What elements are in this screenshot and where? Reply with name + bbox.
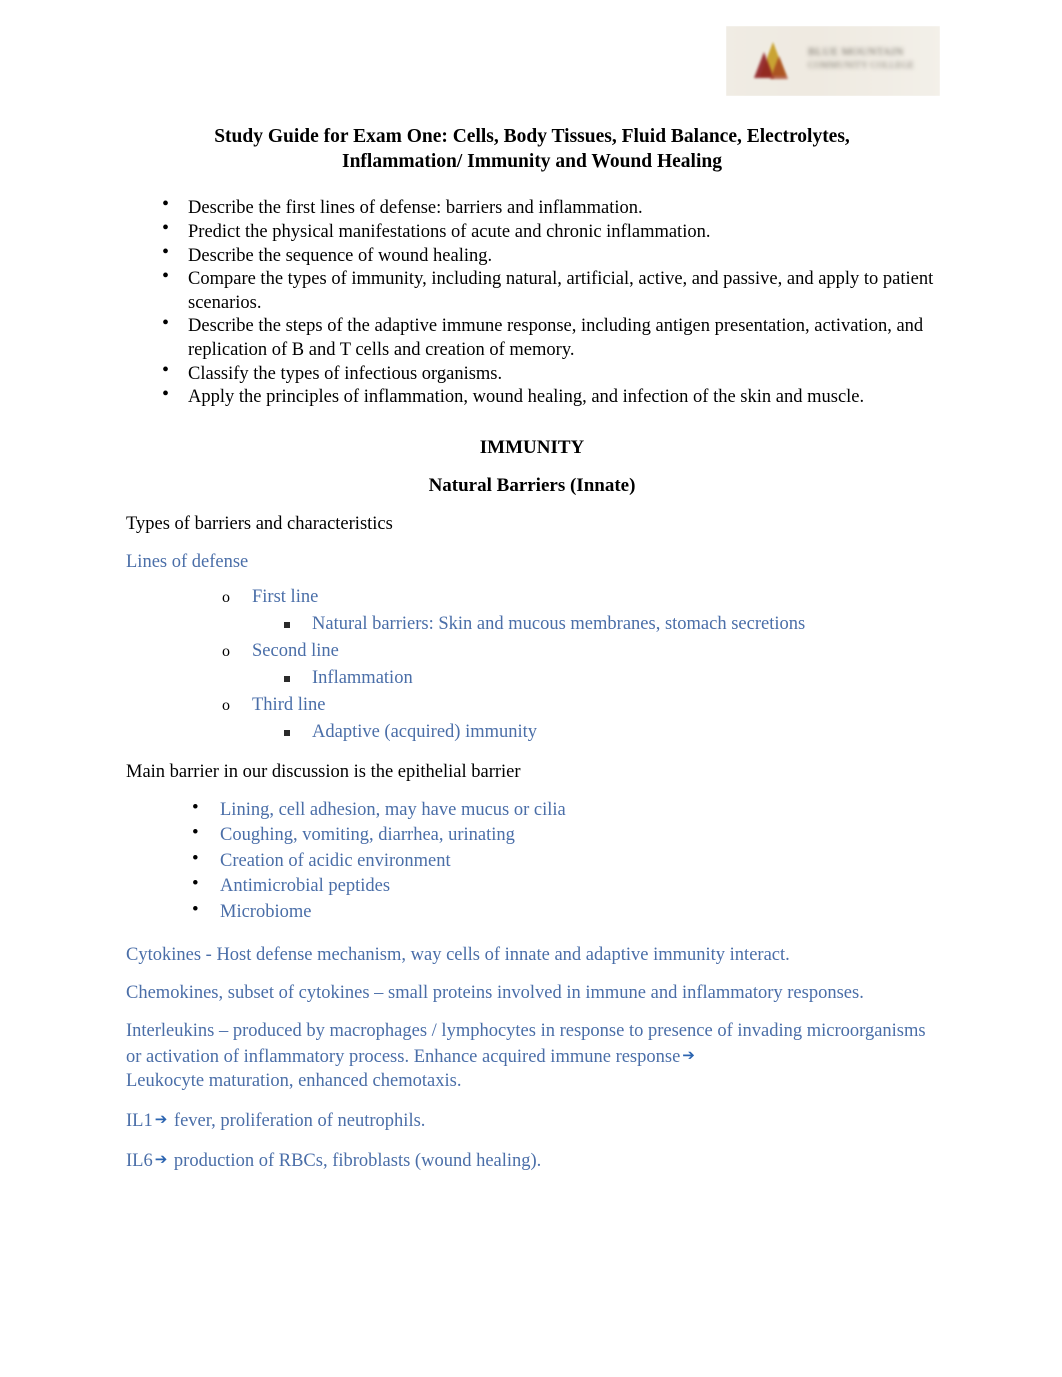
list-item: Coughing, vomiting, diarrhea, urinating (126, 820, 938, 849)
epithelial-points-list: Lining, cell adhesion, may have mucus or… (126, 795, 938, 926)
paragraph-il1: IL1 ➔ fever, proliferation of neutrophils… (126, 1107, 938, 1133)
page-title: Study Guide for Exam One: Cells, Body Ti… (126, 124, 938, 174)
list-item: Compare the types of immunity, including… (126, 264, 938, 315)
logo-wordmark-line2: COMMUNITY COLLEGE (808, 60, 915, 70)
arrow-icon: ➔ (682, 1046, 695, 1064)
second-line-detail-list: Inflammation (126, 665, 938, 692)
defense-lines-list-3: Third line (126, 692, 938, 719)
list-item: Describe the sequence of wound healing. (126, 240, 938, 268)
list-item: Lining, cell adhesion, may have mucus or… (126, 795, 938, 824)
list-item: Antimicrobial peptides (126, 871, 938, 900)
triangle-logo-icon (752, 40, 798, 86)
list-item: Inflammation (126, 665, 938, 692)
list-item: Apply the principles of inflammation, wo… (126, 382, 938, 410)
heading-natural-barriers: Natural Barriers (Innate) (428, 474, 636, 496)
list-item-first-line: First line (126, 584, 938, 611)
paragraph-chemokines: Chemokines, subset of cytokines – small … (126, 983, 864, 1003)
interleukins-text-part2: Leukocyte maturation, enhanced chemotaxi… (126, 1071, 462, 1091)
paragraph-types-of-barriers: Types of barriers and characteristics (126, 513, 393, 534)
document-page: BLUE MOUNTAIN COMMUNITY COLLEGE Study Gu… (0, 0, 1062, 1377)
paragraph-lines-of-defense: Lines of defense (126, 551, 249, 572)
list-item: Describe the steps of the adaptive immun… (126, 311, 938, 362)
il1-text: fever, proliferation of neutrophils. (173, 1111, 426, 1131)
arrow-icon: ➔ (154, 1150, 168, 1168)
list-item: Classify the types of infectious organis… (126, 358, 938, 386)
defense-lines-list: First line (126, 584, 938, 611)
document-body: Describe the first lines of defense: bar… (126, 192, 938, 1173)
il1-label: IL1 (126, 1111, 153, 1131)
il6-text: production of RBCs, fibroblasts (wound h… (173, 1151, 542, 1171)
list-item: Adaptive (acquired) immunity (126, 719, 938, 746)
interleukins-text-part1: Interleukins – produced by macrophages /… (126, 1021, 926, 1067)
list-item: Microbiome (126, 897, 938, 926)
heading-immunity: IMMUNITY (479, 436, 585, 458)
logo-wordmark-line1: BLUE MOUNTAIN (808, 46, 904, 58)
paragraph-main-barrier: Main barrier in our discussion is the ep… (126, 761, 521, 782)
arrow-icon: ➔ (154, 1110, 168, 1128)
list-item-third-line: Third line (126, 692, 938, 719)
il6-label: IL6 (126, 1151, 153, 1171)
defense-lines-list-2: Second line (126, 638, 938, 665)
list-item: Describe the first lines of defense: bar… (126, 192, 938, 220)
page-title-line1: Study Guide for Exam One: Cells, Body Ti… (214, 126, 850, 147)
institution-logo: BLUE MOUNTAIN COMMUNITY COLLEGE (726, 26, 940, 96)
objectives-list: Describe the first lines of defense: bar… (126, 192, 938, 410)
paragraph-il6: IL6 ➔ production of RBCs, fibroblasts (wo… (126, 1147, 938, 1173)
logo-wordmark: BLUE MOUNTAIN COMMUNITY COLLEGE (808, 46, 928, 72)
list-item-second-line: Second line (126, 638, 938, 665)
paragraph-interleukins: Interleukins – produced by macrophages /… (126, 1019, 938, 1093)
third-line-detail-list: Adaptive (acquired) immunity (126, 719, 938, 746)
paragraph-cytokines: Cytokines - Host defense mechanism, way … (126, 945, 790, 965)
list-item: Natural barriers: Skin and mucous membra… (126, 611, 938, 638)
list-item: Creation of acidic environment (126, 846, 938, 875)
list-item: Predict the physical manifestations of a… (126, 216, 938, 244)
page-title-line2: Inflammation/ Immunity and Wound Healing (342, 151, 722, 172)
first-line-detail-list: Natural barriers: Skin and mucous membra… (126, 611, 938, 638)
